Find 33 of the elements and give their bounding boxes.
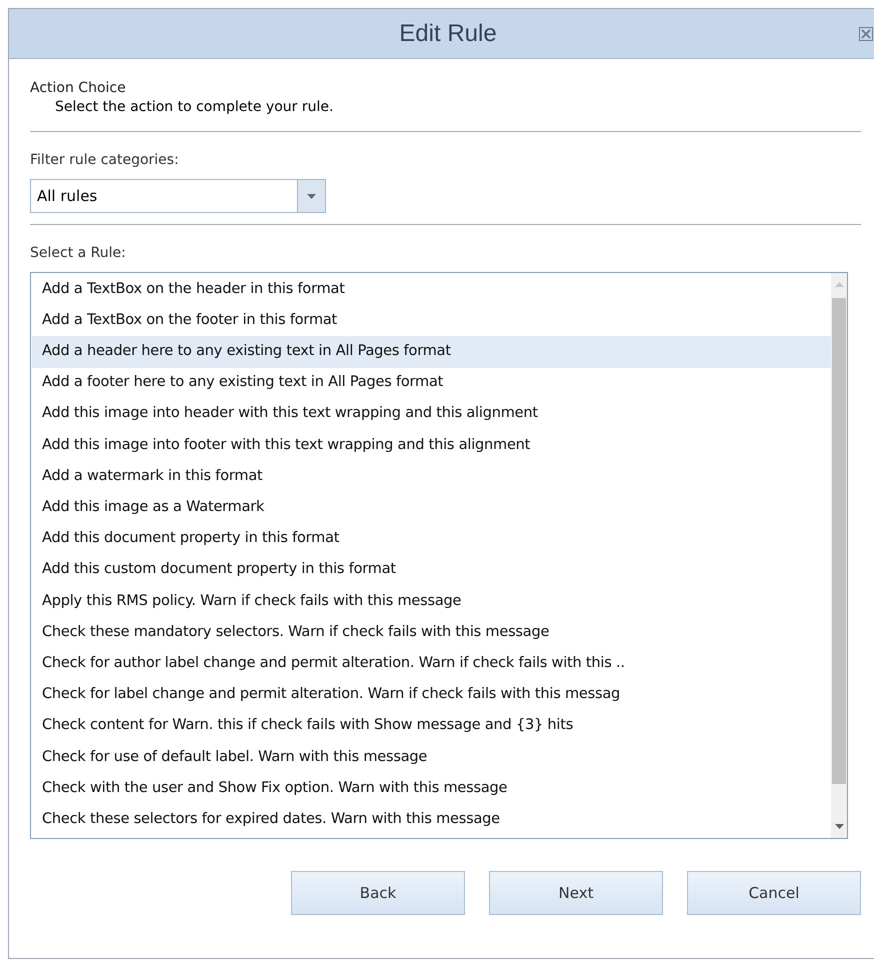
- rule-item[interactable]: Check these selectors for expired dates. Warn with this message: [32, 804, 831, 836]
- rule-item[interactable]: Add this custom document property in this format: [32, 554, 831, 586]
- rule-item[interactable]: Add a header here to any existing text in All Pages format: [32, 336, 831, 368]
- rule-item[interactable]: Check these mandatory selectors. Warn if check fails with this message: [32, 617, 831, 648]
- window-title: Edit Rule: [399, 18, 497, 48]
- dialog-button[interactable]: Back: [291, 871, 465, 915]
- scrollbar[interactable]: [831, 273, 847, 838]
- category-dropdown[interactable]: All rules: [30, 179, 326, 213]
- rule-item[interactable]: Check with the user and Show Fix option. Warn with this message: [32, 773, 831, 804]
- scroll-thumb[interactable]: [832, 298, 846, 784]
- rule-item[interactable]: Add this image as a Watermark: [32, 492, 831, 524]
- rule-item[interactable]: Add this image into footer with this text wrapping and this alignment: [32, 430, 831, 462]
- rule-list-label: Select a Rule:: [30, 244, 127, 263]
- rule-item[interactable]: Add a TextBox on the footer in this format: [32, 305, 831, 336]
- rule-item[interactable]: Add this image into header with this text wrapping and this alignment: [32, 398, 831, 430]
- dialog-button[interactable]: Cancel: [687, 871, 861, 915]
- rule-item[interactable]: Check content for Warn. this if check fails with Show message and {3} hits: [32, 710, 831, 742]
- filter-label: Filter rule categories:: [30, 151, 180, 170]
- rule-item[interactable]: Apply this RMS policy. Warn if check fails with this message: [32, 586, 831, 618]
- caret-icon: [307, 194, 316, 198]
- rule-item[interactable]: Add a footer here to any existing text in All Pages format: [32, 368, 831, 399]
- rule-item[interactable]: Check for use of default label. Warn with this message: [32, 742, 831, 773]
- scroll-up-icon[interactable]: [834, 282, 844, 287]
- rule-item[interactable]: Check for author label change and permit alteration. Warn if check fails with this ..: [32, 648, 831, 680]
- scroll-down-icon[interactable]: [834, 824, 844, 829]
- rule-item[interactable]: Add a TextBox on the header in this format: [32, 274, 831, 306]
- section-description: Select the action to complete your rule.: [55, 98, 334, 117]
- rule-item[interactable]: Add this document property in this format: [32, 524, 831, 555]
- close-icon[interactable]: [859, 27, 873, 41]
- dialog-button[interactable]: Next: [489, 871, 663, 915]
- rule-item[interactable]: Add a watermark in this format: [32, 461, 831, 492]
- section-heading: Action Choice: [30, 79, 127, 97]
- rule-item[interactable]: Check for label change and permit alteration. Warn if check fails with this messag: [32, 679, 831, 711]
